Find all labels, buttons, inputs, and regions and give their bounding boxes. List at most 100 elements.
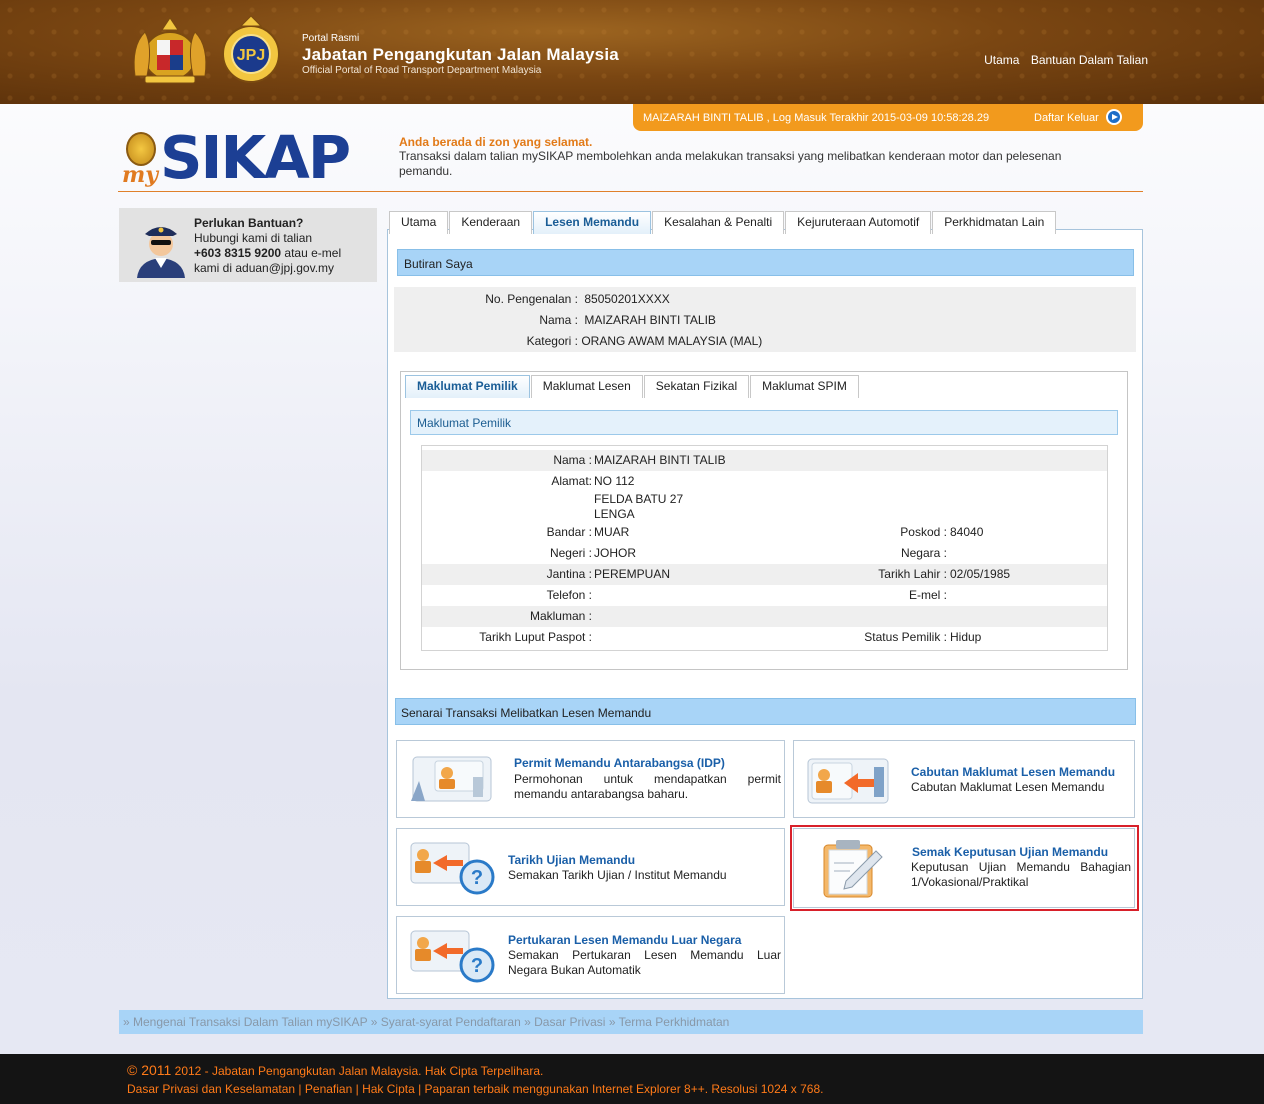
field-label: Bandar :	[546, 525, 592, 539]
portal-english-subtitle: Official Portal of Road Transport Depart…	[302, 65, 542, 76]
footer-link-dasar-privasi[interactable]: Dasar Privasi	[534, 1015, 605, 1029]
footer-link-terma[interactable]: Terma Perkhidmatan	[619, 1015, 730, 1029]
footer-browser-note: Paparan terbaik menggunakan Internet Exp…	[424, 1082, 824, 1096]
tab-kejuruteraan-automotif[interactable]: Kejuruteraan Automotif	[785, 211, 932, 234]
arrow-right-icon	[1105, 109, 1122, 125]
idp-permit-card[interactable]: Permit Memandu Antarabangsa (IDP) Permoh…	[396, 740, 785, 818]
field-value: NO 112	[594, 474, 635, 488]
help-line-2: +603 8315 9200 atau e-mel	[194, 246, 341, 260]
nav-bantuan-link[interactable]: Bantuan Dalam Talian	[1031, 53, 1148, 67]
field-label: Negeri :	[549, 546, 592, 560]
logout-button[interactable]: Daftar Keluar	[1034, 109, 1122, 126]
svg-text:JPJ: JPJ	[237, 47, 265, 64]
tab-maklumat-lesen[interactable]: Maklumat Lesen	[530, 375, 643, 398]
support-officer-avatar-icon	[137, 227, 185, 278]
safe-zone-description: Transaksi dalam talian mySIKAP membolehk…	[399, 149, 1062, 178]
footer-link-penafian[interactable]: Penafian	[305, 1082, 352, 1096]
pertukaran-lesen-card[interactable]: ? Pertukaran Lesen Memandu Luar Negara S…	[396, 916, 785, 994]
cabutan-lesen-card[interactable]: Cabutan Maklumat Lesen Memandu Cabutan M…	[793, 740, 1135, 818]
table-row: Jantina : PEREMPUAN Tarikh Lahir : 02/05…	[422, 564, 1107, 585]
detail-label: Nama :	[539, 313, 578, 327]
card-title[interactable]: Cabutan Maklumat Lesen Memandu	[911, 765, 1115, 779]
card-title[interactable]: Pertukaran Lesen Memandu Luar Negara	[508, 933, 741, 947]
owner-info-tabs: Maklumat Pemilik Maklumat Lesen Sekatan …	[405, 375, 860, 398]
help-line-1: Hubungi kami di talian	[194, 231, 313, 245]
copyright-year: © 2011	[127, 1062, 172, 1078]
detail-row-category: Kategori : ORANG AWAM MALAYSIA (MAL)	[394, 334, 763, 348]
field-value: PEREMPUAN	[594, 567, 671, 581]
butiran-saya-header: Butiran Saya	[397, 249, 1134, 276]
owner-details-table: Nama : MAIZARAH BINTI TALIB Alamat: NO 1…	[421, 445, 1108, 651]
footer-link-syarat[interactable]: Syarat-syarat Pendaftaran	[381, 1015, 521, 1029]
maklumat-pemilik-header: Maklumat Pemilik	[410, 410, 1118, 435]
tab-maklumat-pemilik[interactable]: Maklumat Pemilik	[405, 375, 530, 398]
field-value: 84040	[950, 525, 984, 539]
table-row: Alamat: NO 112 FELDA BATU 27 LENGA	[422, 471, 1107, 523]
detail-value: ORANG AWAM MALAYSIA (MAL)	[581, 334, 763, 348]
card-title[interactable]: Tarikh Ujian Memandu	[508, 853, 635, 867]
help-line-2-suffix: atau e-mel	[281, 246, 342, 260]
detail-row-id: No. Pengenalan : 85050201XXXX	[394, 292, 670, 306]
detail-label: Kategori :	[526, 334, 578, 348]
table-row: Bandar : MUAR Poskod : 84040	[422, 522, 1107, 543]
field-value: MUAR	[594, 525, 630, 539]
field-label: Tarikh Luput Paspot :	[479, 630, 592, 644]
nav-utama-link[interactable]: Utama	[984, 53, 1019, 67]
tab-sekatan-fizikal[interactable]: Sekatan Fizikal	[643, 375, 750, 398]
tab-lesen-memandu[interactable]: Lesen Memandu	[533, 211, 652, 234]
card-description: Permohonan untuk mendapatkan permit mema…	[514, 772, 781, 801]
card-description: Cabutan Maklumat Lesen Memandu	[911, 780, 1105, 794]
tab-maklumat-spim[interactable]: Maklumat SPIM	[750, 375, 859, 398]
field-label: Poskod :	[900, 525, 947, 539]
safe-zone-notice: Anda berada di zon yang selamat. Transak…	[399, 135, 1099, 179]
copyright-text: © 2011 2012 - Jabatan Pengangkutan Jalan…	[127, 1062, 543, 1078]
malaysia-coat-of-arms-icon	[133, 17, 207, 84]
test-date-help-icon: ?	[410, 842, 495, 895]
footer-link-mengenai[interactable]: Mengenai Transaksi Dalam Talian mySIKAP	[133, 1015, 367, 1029]
my-details-panel: No. Pengenalan : 85050201XXXX Nama : MAI…	[394, 287, 1136, 352]
help-box: Perlukan Bantuan? Hubungi kami di talian…	[119, 208, 377, 282]
tab-kenderaan[interactable]: Kenderaan	[449, 211, 533, 234]
jpj-logo-icon: JPJ	[222, 15, 280, 83]
svg-text:?: ?	[471, 955, 483, 977]
field-value: Hidup	[950, 630, 982, 644]
logo-my-text: my	[122, 162, 159, 188]
login-status-text: MAIZARAH BINTI TALIB , Log Masuk Terakhi…	[643, 112, 990, 124]
portal-title: Jabatan Pengangkutan Jalan Malaysia	[302, 45, 619, 64]
mysikap-logo[interactable]: my SIKAP	[120, 126, 360, 192]
tab-kesalahan-penalti[interactable]: Kesalahan & Penalti	[652, 211, 785, 234]
field-label: Nama :	[553, 453, 592, 467]
jpj-badge-icon	[126, 132, 156, 166]
login-status-bar: MAIZARAH BINTI TALIB , Log Masuk Terakhi…	[633, 104, 1143, 131]
tab-perkhidmatan-lain[interactable]: Perkhidmatan Lain	[932, 211, 1057, 234]
tarikh-ujian-card[interactable]: ? Tarikh Ujian Memandu Semakan Tarikh Uj…	[396, 828, 785, 906]
selected-card-highlight	[790, 825, 1139, 911]
help-email-line[interactable]: kami di aduan@jpj.gov.my	[194, 261, 334, 275]
international-license-icon	[411, 756, 492, 802]
field-label: Negara :	[900, 546, 947, 560]
field-label: Status Pemilik :	[864, 630, 947, 644]
card-title[interactable]: Permit Memandu Antarabangsa (IDP)	[514, 756, 725, 770]
field-label: Tarikh Lahir :	[878, 567, 947, 581]
logout-label: Daftar Keluar	[1034, 111, 1099, 124]
field-label: E-mel :	[908, 588, 947, 602]
footer-link-hak-cipta[interactable]: Hak Cipta	[362, 1082, 415, 1096]
help-phone: +603 8315 9200	[194, 246, 282, 260]
help-title: Perlukan Bantuan?	[194, 216, 304, 230]
tab-utama[interactable]: Utama	[389, 211, 449, 234]
senarai-transaksi-header: Senarai Transaksi Melibatkan Lesen Meman…	[395, 698, 1136, 725]
field-value: 02/05/1985	[950, 567, 1011, 581]
table-row: Tarikh Luput Paspot : Status Pemilik : H…	[422, 627, 1107, 648]
table-row: Negeri : JOHOR Negara :	[422, 543, 1107, 564]
safe-zone-title: Anda berada di zon yang selamat.	[399, 135, 593, 149]
field-label: Makluman :	[529, 609, 592, 623]
field-label: Telefon :	[546, 588, 592, 602]
svg-text:?: ?	[471, 867, 483, 889]
field-value: JOHOR	[594, 546, 636, 560]
detail-row-name: Nama : MAIZARAH BINTI TALIB	[394, 313, 716, 327]
copyright-body: 2012 - Jabatan Pengangkutan Jalan Malays…	[171, 1064, 544, 1078]
main-tabs: Utama Kenderaan Lesen Memandu Kesalahan …	[389, 211, 1057, 234]
license-extract-icon	[807, 758, 889, 804]
field-value: MAIZARAH BINTI TALIB	[594, 453, 726, 467]
footer-link-privasi-keselamatan[interactable]: Dasar Privasi dan Keselamatan	[127, 1082, 295, 1096]
